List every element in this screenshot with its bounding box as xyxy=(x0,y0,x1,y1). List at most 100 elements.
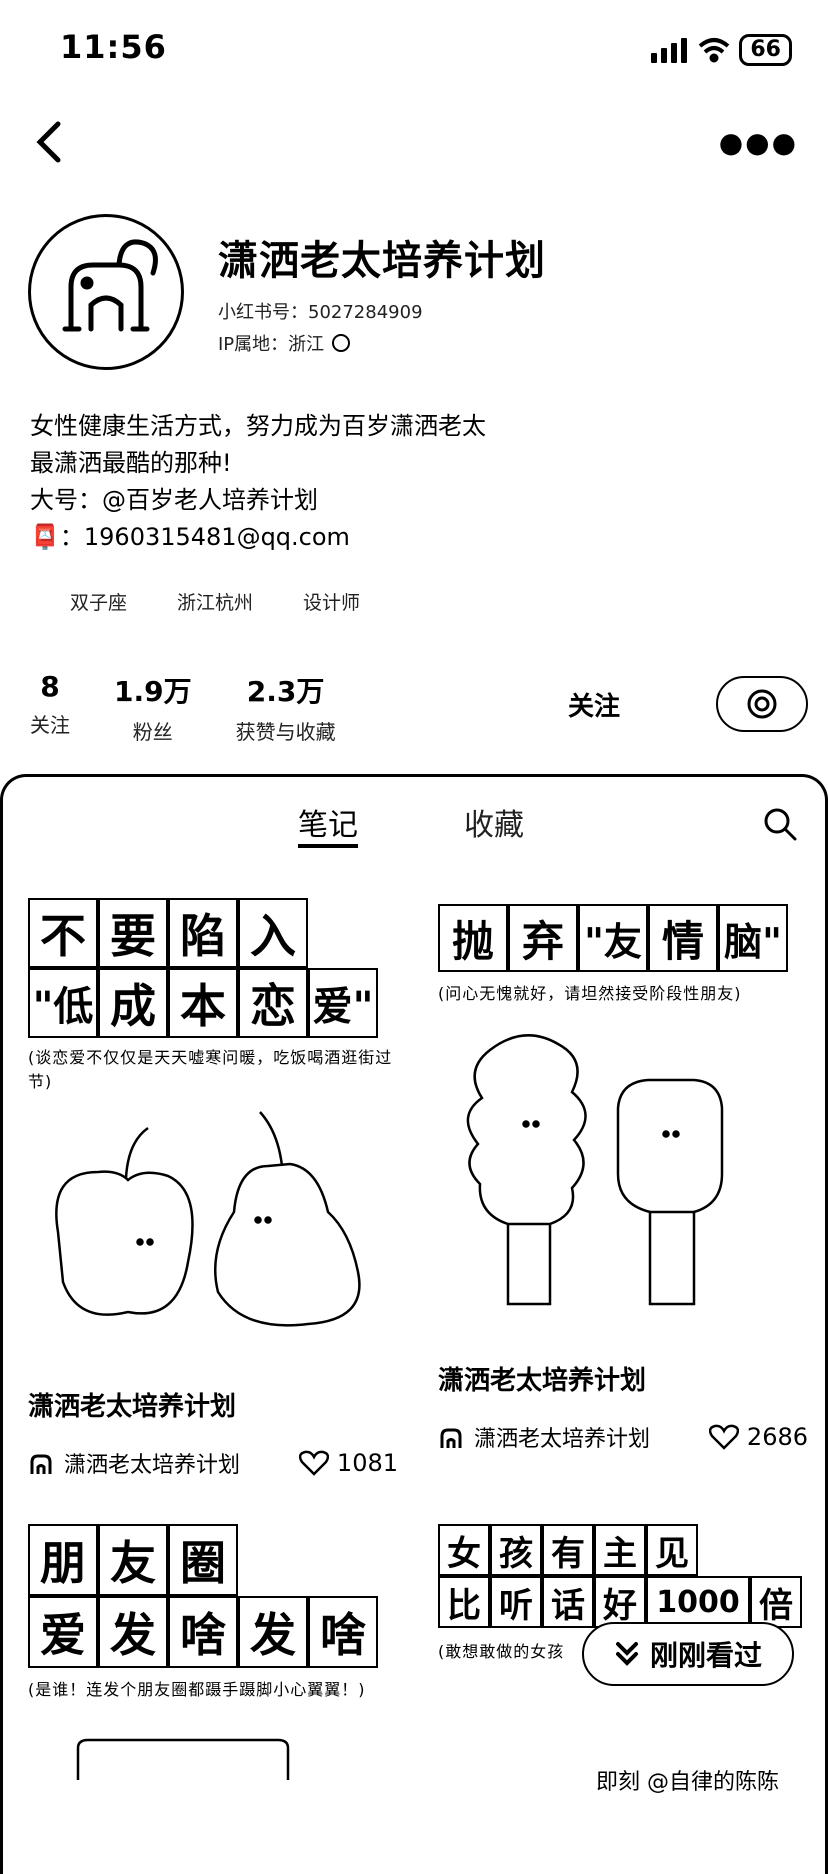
title-char: 成 xyxy=(98,968,168,1038)
apple-pear-illustration xyxy=(55,1111,361,1327)
title-char: 好 xyxy=(594,1576,646,1628)
note-title: 潇洒老太培养计划 xyxy=(28,1392,237,1422)
bio-line: 📮：1960315481@qq.com xyxy=(30,523,350,551)
title-char: "友 xyxy=(578,904,648,972)
title-char: "低 xyxy=(28,968,98,1038)
title-grid-row: "低 成 本 恋 爱" xyxy=(28,968,398,1038)
title-char: 发 xyxy=(98,1596,168,1668)
note-card[interactable]: 朋 友 圈 爱 发 啥 发 啥 (是谁！连发个朋友圈都蹑手蹑脚小心翼翼！) xyxy=(28,1524,398,1784)
title-char: 比 xyxy=(438,1576,490,1628)
bio-line: 最潇洒最酷的那种! xyxy=(30,449,232,477)
stat-number: 8 xyxy=(40,670,60,703)
note-caption: (问心无愧就好，请坦然接受阶段性朋友) xyxy=(438,984,742,1003)
title-char: 孩 xyxy=(490,1524,542,1576)
status-time: 11:56 xyxy=(60,28,167,66)
author-avatar-icon xyxy=(30,1454,52,1474)
chat-icon xyxy=(747,689,777,719)
title-char: 发 xyxy=(238,1596,308,1668)
title-grid-row: 爱 发 啥 发 啥 xyxy=(28,1596,398,1668)
note-author[interactable]: 潇洒老太培养计划 xyxy=(28,1447,240,1479)
title-grid-row: 不 要 陷 入 xyxy=(28,898,398,968)
title-char: 朋 xyxy=(28,1524,98,1596)
note-author[interactable]: 潇洒老太培养计划 xyxy=(438,1421,650,1453)
tree-illustration xyxy=(466,1034,724,1306)
more-icon[interactable]: ●●● xyxy=(719,126,798,159)
title-char: 要 xyxy=(98,898,168,968)
stat-number: 1.9万 xyxy=(114,675,192,708)
note-card[interactable]: 抛 弃 "友 情 脑" (问心无愧就好，请坦然接受阶段性朋友) 潇洒老太培养计划… xyxy=(438,904,808,1453)
like-button[interactable]: 2686 xyxy=(708,1423,808,1451)
heart-icon xyxy=(708,1424,739,1450)
title-char: 脑" xyxy=(718,904,788,972)
recently-viewed-button[interactable]: 刚刚看过 xyxy=(582,1622,794,1686)
message-button[interactable] xyxy=(716,676,808,732)
title-char: 有 xyxy=(542,1524,594,1576)
title-char: 圈 xyxy=(168,1524,238,1596)
author-avatar-icon xyxy=(440,1428,462,1448)
ip-text: IP属地：浙江 xyxy=(218,334,325,355)
profile-name: 潇洒老太培养计划 xyxy=(218,238,546,284)
info-icon[interactable] xyxy=(332,334,351,352)
author-name: 潇洒老太培养计划 xyxy=(474,1427,651,1452)
title-char: 听 xyxy=(490,1576,542,1628)
note-caption: (谈恋爱不仅仅是天天嘘寒问暖，吃饭喝酒逛街过节) xyxy=(28,1048,393,1091)
note-caption: (是谁！连发个朋友圈都蹑手蹑脚小心翼翼！) xyxy=(28,1680,366,1699)
recently-viewed-label: 刚刚看过 xyxy=(649,1639,762,1672)
stat-label: 粉丝 xyxy=(132,720,173,744)
status-icons: 66 xyxy=(649,34,792,66)
title-char: 啥 xyxy=(308,1596,378,1668)
title-grid-row: 比 听 话 好 1000 倍 xyxy=(438,1576,808,1628)
stat-label: 获赞与收藏 xyxy=(235,720,336,744)
follow-button[interactable]: 关注 xyxy=(568,686,620,723)
title-char: 入 xyxy=(238,898,308,968)
like-button[interactable]: 1081 xyxy=(298,1449,398,1477)
bio-line: 女性健康生活方式，努力成为百岁潇洒老太 xyxy=(30,412,486,440)
stat-following[interactable]: 8 关注 xyxy=(30,670,70,745)
avatar[interactable] xyxy=(28,214,184,370)
stat-followers[interactable]: 1.9万 粉丝 xyxy=(114,670,192,745)
like-count: 1081 xyxy=(336,1449,398,1477)
bio-line: 大号：@百岁老人培养计划 xyxy=(30,486,318,514)
back-icon[interactable] xyxy=(30,118,70,166)
title-char: 不 xyxy=(28,898,98,968)
title-char: 见 xyxy=(646,1524,698,1576)
title-char: 女 xyxy=(438,1524,490,1576)
tab-collections[interactable]: 收藏 xyxy=(464,800,524,844)
tag-location: 浙江杭州 xyxy=(177,592,254,614)
title-char: 话 xyxy=(542,1576,594,1628)
author-name: 潇洒老太培养计划 xyxy=(64,1453,241,1478)
title-char: 倍 xyxy=(750,1576,802,1628)
note-title: 潇洒老太培养计划 xyxy=(438,1366,647,1396)
title-char: 爱 xyxy=(28,1596,98,1668)
profile-id: 小红书号：5027284909 xyxy=(218,302,423,323)
title-char: 爱" xyxy=(308,968,378,1038)
title-char: 啥 xyxy=(168,1596,238,1668)
stat-label: 关注 xyxy=(30,713,70,737)
profile-bio: 女性健康生活方式，努力成为百岁潇洒老太 最潇洒最酷的那种! 大号：@百岁老人培养… xyxy=(30,408,486,556)
partial-illustration xyxy=(76,1738,290,1780)
title-char: 情 xyxy=(648,904,718,972)
profile-ip: IP属地：浙江 xyxy=(218,330,351,356)
like-count: 2686 xyxy=(746,1423,808,1451)
tab-notes[interactable]: 笔记 xyxy=(298,800,358,844)
signal-icon xyxy=(651,38,688,63)
title-char: 恋 xyxy=(238,968,308,1038)
title-grid-row: 朋 友 圈 xyxy=(28,1524,398,1596)
profile-tags: 双子座 浙江杭州 设计师 xyxy=(70,588,360,615)
tab-indicator xyxy=(298,844,358,848)
watermark: 即刻 @自律的陈陈 xyxy=(596,1770,779,1795)
double-chevron-down-icon xyxy=(615,1642,638,1666)
title-char: 抛 xyxy=(438,904,508,972)
tag-zodiac: 双子座 xyxy=(70,592,128,614)
title-char: 1000 xyxy=(646,1576,750,1628)
search-icon[interactable] xyxy=(762,806,798,842)
stat-number: 2.3万 xyxy=(246,675,325,708)
title-char: 陷 xyxy=(168,898,238,968)
wifi-icon xyxy=(699,38,730,63)
stat-likes[interactable]: 2.3万 获赞与收藏 xyxy=(236,670,336,745)
note-card[interactable]: 不 要 陷 入 "低 成 本 恋 爱" (谈恋爱不仅仅是天天嘘寒问暖，吃饭喝酒逛… xyxy=(28,898,398,1479)
tag-job: 设计师 xyxy=(303,592,361,614)
title-char: 主 xyxy=(594,1524,646,1576)
battery-indicator: 66 xyxy=(739,34,792,66)
heart-icon xyxy=(298,1450,329,1476)
